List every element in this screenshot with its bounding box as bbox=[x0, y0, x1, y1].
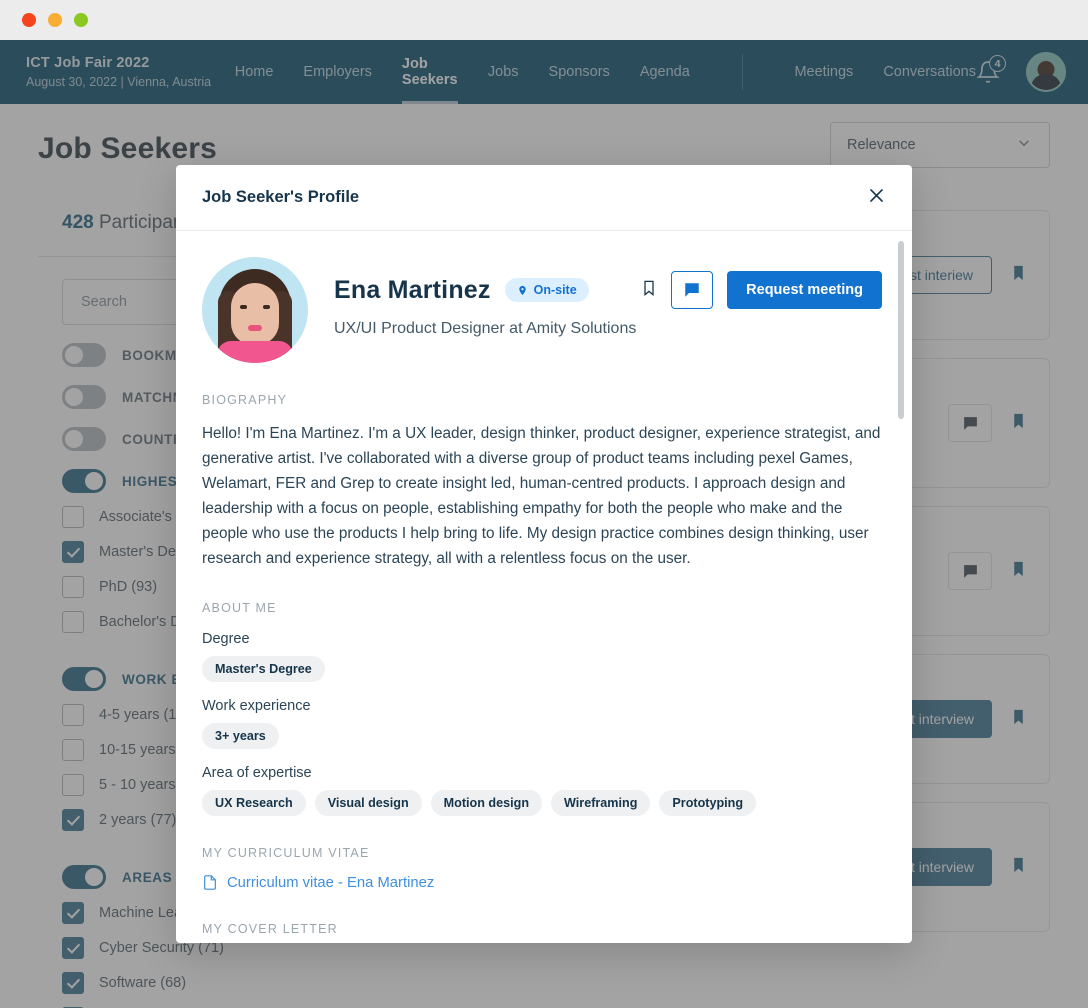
modal-header: Job Seeker's Profile bbox=[176, 165, 912, 231]
profile-role: UX/UI Product Designer at Amity Solution… bbox=[334, 320, 637, 337]
work-experience-label: Work experience bbox=[202, 698, 311, 714]
profile-header: Ena Martinez On-site Request meeting UX/… bbox=[202, 257, 882, 363]
status-badge: On-site bbox=[504, 278, 589, 302]
tag: UX Research bbox=[202, 790, 306, 816]
pdf-file-icon bbox=[202, 873, 218, 892]
window-minimize-dot[interactable] bbox=[48, 13, 62, 27]
chat-bubble-icon[interactable] bbox=[671, 271, 714, 309]
cv-heading: MY CURRICULUM VITAE bbox=[202, 846, 370, 860]
cv-file-name: Curriculum vitae - Ena Martinez bbox=[227, 874, 435, 891]
tag: Motion design bbox=[430, 790, 543, 816]
degree-tags: Master's Degree bbox=[202, 656, 882, 682]
modal-title: Job Seeker's Profile bbox=[202, 188, 360, 206]
modal-body: Ena Martinez On-site Request meeting UX/… bbox=[176, 231, 912, 943]
about-me-heading: ABOUT ME bbox=[202, 601, 277, 615]
scrollbar[interactable] bbox=[898, 241, 904, 921]
request-meeting-button[interactable]: Request meeting bbox=[727, 271, 882, 309]
window-close-dot[interactable] bbox=[22, 13, 36, 27]
profile-photo bbox=[202, 257, 308, 363]
cv-file-link[interactable]: Curriculum vitae - Ena Martinez bbox=[202, 873, 882, 892]
tag: Master's Degree bbox=[202, 656, 325, 682]
expertise-tags: UX Research Visual design Motion design … bbox=[202, 790, 882, 816]
browser-chrome bbox=[0, 0, 1088, 40]
window-maximize-dot[interactable] bbox=[74, 13, 88, 27]
experience-tags: 3+ years bbox=[202, 723, 882, 749]
tag: 3+ years bbox=[202, 723, 279, 749]
profile-actions: Request meeting bbox=[641, 271, 882, 309]
biography-heading: BIOGRAPHY bbox=[202, 393, 288, 407]
status-badge-label: On-site bbox=[533, 283, 577, 297]
tag: Visual design bbox=[314, 790, 422, 816]
browser-window: ICT Job Fair 2022 August 30, 2022 | Vien… bbox=[0, 0, 1088, 1008]
biography-text: Hello! I'm Ena Martinez. I'm a UX leader… bbox=[202, 425, 881, 567]
job-seeker-profile-modal: Job Seeker's Profile Ena Martinez On-sit… bbox=[176, 165, 912, 943]
cover-letter-heading: MY COVER LETTER bbox=[202, 922, 338, 936]
map-pin-icon bbox=[517, 284, 528, 297]
profile-name: Ena Martinez bbox=[334, 275, 491, 304]
degree-label: Degree bbox=[202, 631, 250, 647]
close-icon[interactable] bbox=[867, 186, 886, 209]
expertise-label: Area of expertise bbox=[202, 765, 312, 781]
tag: Prototyping bbox=[659, 790, 757, 816]
scrollbar-thumb[interactable] bbox=[898, 241, 904, 419]
tag: Wireframing bbox=[551, 790, 651, 816]
bookmark-icon[interactable] bbox=[641, 278, 657, 303]
name-row: Ena Martinez On-site Request meeting bbox=[334, 257, 882, 309]
